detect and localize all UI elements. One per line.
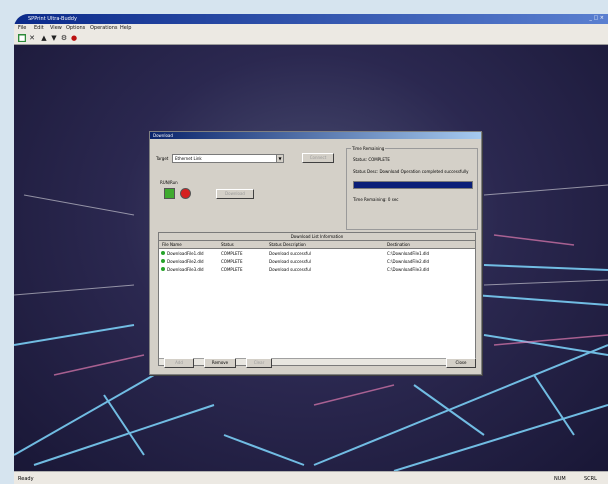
clear-button[interactable]: Clear	[246, 358, 272, 368]
col-status[interactable]: Status	[221, 242, 234, 247]
menu-view[interactable]: View	[50, 25, 62, 31]
cell-desc: Download successful	[269, 259, 311, 264]
connect-icon[interactable]: ■	[18, 34, 26, 42]
app-window: SPPrint Ultra-Buddy _ □ × File Edit View…	[14, 14, 608, 484]
menu-help[interactable]: Help	[120, 25, 131, 31]
dialog-title: Download	[153, 133, 173, 138]
run-label: RUN/Run	[160, 180, 178, 185]
dialog-title-bar: Download	[150, 132, 481, 139]
col-destination[interactable]: Destination	[387, 242, 410, 247]
menu-file[interactable]: File	[18, 25, 26, 31]
title-bar: SPPrint Ultra-Buddy _ □ ×	[14, 14, 608, 24]
run-green-icon[interactable]	[164, 188, 175, 199]
stop-red-icon[interactable]	[180, 188, 191, 199]
status-desc: Status Desc: Download Operation complete…	[353, 169, 469, 174]
time-remaining-group: Time Remaining Status: COMPLETE Status D…	[346, 146, 478, 230]
screen-frame: SPPrint Ultra-Buddy _ □ × File Edit View…	[0, 0, 608, 484]
success-icon	[161, 259, 165, 263]
window-controls[interactable]: _ □ ×	[586, 15, 604, 23]
status-num: NUM	[554, 476, 566, 482]
time-group-title: Time Remaining	[351, 146, 386, 151]
status-bar: Ready NUM SCRL	[14, 471, 608, 484]
menu-options[interactable]: Options	[66, 25, 85, 31]
menu-edit[interactable]: Edit	[34, 25, 44, 31]
cell-file: DownloadFile3.dld	[167, 267, 204, 272]
cell-file: DownloadFile2.dld	[167, 259, 204, 264]
status-left: Ready	[18, 476, 34, 482]
cell-desc: Download successful	[269, 251, 311, 256]
col-file-name[interactable]: File Name	[162, 242, 182, 247]
time-remaining: Time Remaining: 0 sec	[353, 197, 399, 202]
add-button[interactable]: Add	[164, 358, 194, 368]
progress-bar	[353, 181, 473, 189]
download-icon[interactable]: ▼	[50, 34, 58, 42]
chevron-down-icon[interactable]: ▼	[276, 155, 283, 162]
menu-bar: File Edit View Options Operations Help	[14, 24, 608, 32]
cell-status: COMPLETE	[221, 251, 243, 256]
connect-button[interactable]: Connect	[302, 153, 334, 163]
cell-dest: C:\DownloadFile2.dld	[387, 259, 430, 264]
table-row[interactable]: DownloadFile2.dld COMPLETE Download succ…	[159, 258, 475, 265]
cell-status: COMPLETE	[221, 267, 243, 272]
cell-dest: C:\DownloadFile1.dld	[387, 251, 430, 256]
table-row[interactable]: DownloadFile3.dld COMPLETE Download succ…	[159, 266, 475, 273]
window-title: SPPrint Ultra-Buddy	[28, 16, 77, 22]
cell-status: COMPLETE	[221, 259, 243, 264]
target-label: Target	[156, 156, 169, 161]
table-row[interactable]: DownloadFile1.dld COMPLETE Download succ…	[159, 250, 475, 257]
status-text: Status: COMPLETE	[353, 157, 390, 162]
remove-button[interactable]: Remove	[204, 358, 236, 368]
success-icon	[161, 267, 165, 271]
success-icon	[161, 251, 165, 255]
download-list[interactable]: File Name Status Status Description Dest…	[158, 240, 476, 366]
table-header: File Name Status Status Description Dest…	[159, 241, 475, 249]
desktop-background: Download Target Ethernet Link ▼ Connect …	[14, 45, 608, 471]
cell-file: DownloadFile1.dld	[167, 251, 204, 256]
menu-operations[interactable]: Operations	[90, 25, 118, 31]
settings-icon[interactable]: ⚙	[60, 34, 68, 42]
target-select[interactable]: Ethernet Link ▼	[172, 154, 284, 163]
cell-desc: Download successful	[269, 267, 311, 272]
status-scrl: SCRL	[584, 476, 597, 482]
target-value: Ethernet Link	[175, 156, 202, 161]
cell-dest: C:\DownloadFile3.dld	[387, 267, 430, 272]
download-button[interactable]: Download	[216, 189, 254, 199]
disconnect-icon[interactable]: ✕	[28, 34, 36, 42]
toolbar: ■ ✕ ▲ ▼ ⚙ ●	[14, 32, 608, 45]
upload-icon[interactable]: ▲	[40, 34, 48, 42]
col-status-desc[interactable]: Status Description	[269, 242, 306, 247]
stop-icon[interactable]: ●	[70, 34, 78, 42]
download-dialog: Download Target Ethernet Link ▼ Connect …	[149, 131, 482, 375]
close-button[interactable]: Close	[446, 358, 476, 368]
